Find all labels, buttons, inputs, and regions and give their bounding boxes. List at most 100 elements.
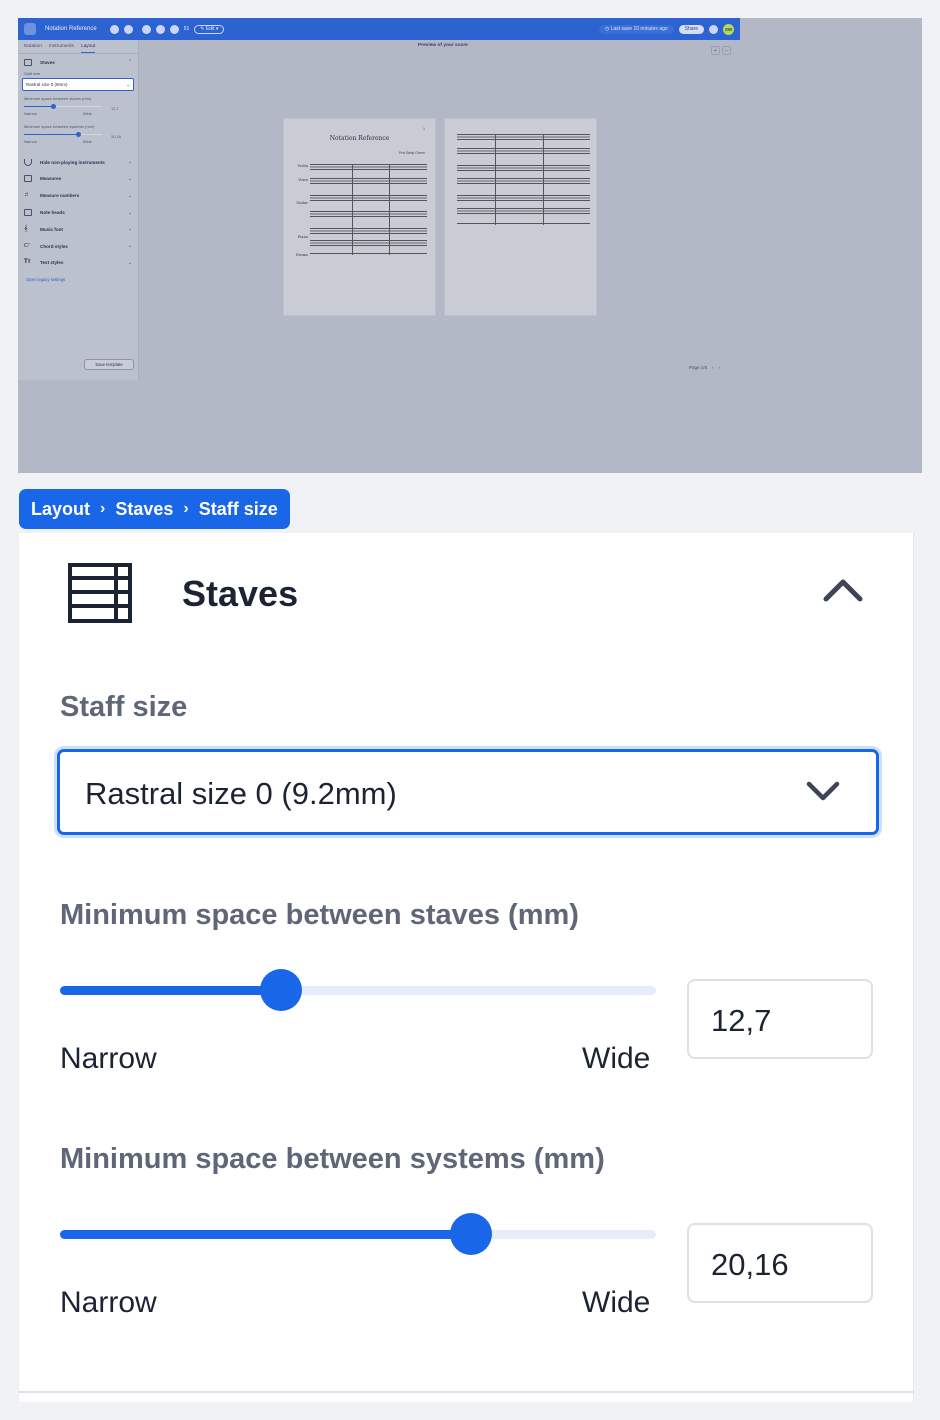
min-staves-value: 12,7 bbox=[711, 1003, 772, 1038]
staff bbox=[310, 164, 427, 170]
min-staves-slider[interactable] bbox=[60, 968, 656, 1012]
min-systems-input[interactable]: 20,16 bbox=[687, 1223, 873, 1303]
slider-knob[interactable] bbox=[51, 103, 56, 109]
narrow-label: Narrow bbox=[60, 1042, 157, 1075]
instrument-label: Voice bbox=[298, 178, 308, 182]
note-heads-icon bbox=[24, 209, 32, 217]
staff-size-value: Rastral size 0 (9mm) bbox=[26, 81, 68, 87]
staff-size-select[interactable]: Rastral size 0 (9mm) ⌄ bbox=[22, 77, 134, 91]
chevron-up-icon[interactable] bbox=[822, 577, 864, 603]
tab-notation[interactable]: Notation bbox=[24, 44, 42, 53]
min-staves-label: Minimum space between staves (mm) bbox=[60, 899, 579, 931]
slider-knob[interactable] bbox=[450, 1213, 493, 1255]
sidebar-item-measure-numbers[interactable]: ♬ Measure numbers ⌄ bbox=[18, 187, 138, 204]
staff bbox=[457, 195, 590, 201]
min-systems-label: Minimum space between systems (mm) bbox=[60, 1143, 605, 1175]
section-title: Staves bbox=[182, 573, 299, 614]
staff-size-label: Staff size bbox=[60, 691, 188, 723]
wide-label: Wide bbox=[82, 110, 92, 116]
mixer-icon[interactable] bbox=[155, 24, 165, 34]
zoom-out-icon[interactable]: − bbox=[722, 46, 731, 55]
min-systems-label: Minimum space between systems (mm) bbox=[24, 123, 95, 129]
sidebar: Notation Instruments Layout Staves ⌃ Sta… bbox=[18, 40, 139, 380]
staves-panel-zoom: Staves Staff size Rastral size 0 (9.2mm)… bbox=[18, 533, 914, 1402]
staff-size-value: Rastral size 0 (9.2mm) bbox=[85, 776, 397, 811]
help-icon[interactable] bbox=[709, 24, 718, 34]
text-styles-icon: Tт bbox=[24, 259, 31, 266]
wide-label: Wide bbox=[582, 1286, 651, 1319]
breadcrumb-separator: › bbox=[100, 500, 106, 517]
narrow-label: Narrow bbox=[24, 110, 37, 116]
avatar[interactable]: SW bbox=[723, 23, 734, 35]
staff-size-label: Staff size bbox=[24, 70, 41, 76]
min-systems-slider[interactable] bbox=[24, 131, 102, 139]
instrument-label: Drums bbox=[295, 253, 308, 257]
min-systems-value[interactable]: 20,16 bbox=[111, 134, 121, 139]
next-page-icon[interactable]: › bbox=[719, 365, 721, 370]
chevron-down-icon bbox=[806, 781, 840, 801]
sidebar-item-chord-styles[interactable]: C⁷ Chord styles ⌄ bbox=[18, 238, 138, 255]
wide-label: Wide bbox=[82, 138, 92, 144]
chevron-down-icon: ⌄ bbox=[127, 209, 132, 216]
chord-styles-icon: C⁷ bbox=[24, 242, 30, 249]
staff-size-select[interactable]: Rastral size 0 (9.2mm) bbox=[57, 749, 879, 835]
slider-knob[interactable] bbox=[76, 131, 81, 137]
sidebar-item-label: Text styles bbox=[40, 260, 64, 266]
min-staves-label: Minimum space between staves (mm) bbox=[24, 95, 92, 101]
rewind-icon[interactable] bbox=[109, 24, 119, 34]
slider-knob[interactable] bbox=[259, 969, 302, 1011]
staff bbox=[457, 148, 590, 154]
score-title: Notation Reference bbox=[45, 26, 97, 32]
slider-fill bbox=[60, 1230, 472, 1239]
score-page-2 bbox=[444, 118, 597, 316]
last-save-status: ◷ Last save 10 minutes ago bbox=[598, 24, 674, 34]
sidebar-item-music-font[interactable]: 𝄞 Music font ⌄ bbox=[18, 221, 138, 238]
breadcrumb-item-layout: Layout bbox=[31, 498, 91, 519]
page-navigation: Page 1/8 ‹ › bbox=[689, 365, 720, 370]
metronome-icon[interactable] bbox=[141, 24, 151, 34]
zoom-in-icon[interactable]: + bbox=[711, 46, 720, 55]
open-legacy-settings-link[interactable]: Open legacy settings bbox=[18, 271, 138, 288]
sidebar-item-staves[interactable]: Staves ⌃ bbox=[18, 54, 138, 71]
music-font-icon: 𝄞 bbox=[24, 225, 28, 232]
sidebar-item-text-styles[interactable]: Tт Text styles ⌄ bbox=[18, 255, 138, 272]
instrument-label: Violin bbox=[297, 164, 308, 168]
play-icon[interactable] bbox=[123, 24, 133, 34]
measure-count: 51 bbox=[183, 26, 190, 32]
sidebar-item-measures[interactable]: Measures ⌄ bbox=[18, 171, 138, 188]
staves-icon bbox=[24, 58, 32, 66]
composer: Prof Betty Green bbox=[398, 151, 425, 155]
staff bbox=[310, 240, 427, 246]
sidebar-item-hide-non-playing[interactable]: Hide non-playing instruments ⌄ bbox=[18, 154, 138, 171]
breadcrumb: Layout › Staves › Staff size bbox=[19, 489, 290, 529]
min-systems-slider[interactable] bbox=[60, 1212, 656, 1256]
staff bbox=[310, 195, 427, 201]
chevron-down-icon: ⌄ bbox=[127, 226, 132, 233]
tab-instruments[interactable]: Instruments bbox=[49, 44, 74, 53]
min-staves-value[interactable]: 12,7 bbox=[111, 106, 119, 111]
save-template-button[interactable]: Save template bbox=[84, 359, 134, 370]
staff bbox=[310, 178, 427, 184]
narrow-label: Narrow bbox=[60, 1286, 157, 1319]
min-systems-value: 20,16 bbox=[711, 1247, 789, 1282]
sidebar-item-note-heads[interactable]: Note heads ⌄ bbox=[18, 204, 138, 221]
share-button[interactable]: Share bbox=[678, 24, 704, 34]
breadcrumb-separator: › bbox=[183, 500, 189, 517]
app-logo-icon[interactable] bbox=[24, 23, 36, 35]
sidebar-item-label: Measures bbox=[40, 176, 62, 182]
staves-icon bbox=[68, 563, 132, 623]
chevron-up-icon: ⌃ bbox=[127, 59, 132, 66]
slider-fill bbox=[60, 986, 281, 995]
instrument-label: Guitar bbox=[296, 201, 308, 205]
page-indicator: Page 1/8 bbox=[689, 365, 708, 370]
edit-mode-dropdown[interactable]: ✎ Edit ▾ bbox=[194, 24, 225, 34]
min-staves-slider[interactable] bbox=[24, 103, 102, 111]
instrument-label: Piano bbox=[297, 235, 308, 239]
tempo-icon[interactable] bbox=[169, 24, 179, 34]
tab-layout[interactable]: Layout bbox=[80, 44, 96, 53]
narrow-label: Narrow bbox=[24, 138, 37, 144]
min-staves-input[interactable]: 12,7 bbox=[687, 979, 873, 1059]
prev-page-icon[interactable]: ‹ bbox=[712, 365, 714, 370]
staff bbox=[457, 223, 590, 225]
top-bar: Notation Reference 51 ✎ Edit ▾ ◷ Last sa… bbox=[18, 18, 740, 40]
